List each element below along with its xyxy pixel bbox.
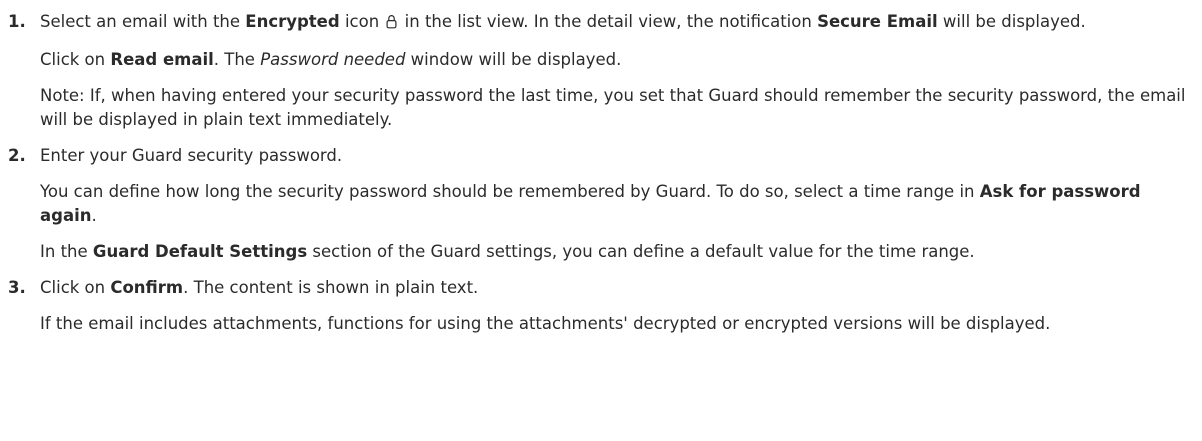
read-email-label: Read email (110, 50, 214, 69)
text: section of the Guard settings, you can d… (307, 242, 975, 261)
text: . The (213, 50, 261, 69)
text: will be displayed. (937, 12, 1086, 31)
text: icon (339, 12, 385, 31)
text: In the (40, 242, 93, 261)
step-instruction: Click on Read email. The Password needed… (40, 48, 1188, 72)
step-instruction: Click on Confirm. The content is shown i… (40, 276, 1188, 300)
confirm-label: Confirm (110, 278, 184, 297)
step-instruction: In the Guard Default Settings section of… (40, 240, 1188, 264)
secure-email-label: Secure Email (817, 12, 938, 31)
text: in the list view. In the detail view, th… (399, 12, 818, 31)
step-body: Click on Confirm. The content is shown i… (40, 276, 1188, 348)
text: Click on (40, 278, 111, 297)
step-number: 3. (8, 278, 26, 297)
step-instruction: Select an email with the Encrypted icon … (40, 10, 1188, 36)
step-instruction: If the email includes attachments, funct… (40, 314, 1051, 333)
instruction-steps: 1. Select an email with the Encrypted ic… (0, 0, 1202, 348)
step-number: 2. (8, 146, 26, 165)
step-body: Select an email with the Encrypted icon … (40, 10, 1188, 144)
text: . (91, 206, 97, 225)
text: Click on (40, 50, 111, 69)
lock-icon (386, 12, 397, 36)
text: . The content is shown in plain text. (183, 278, 479, 297)
step-2: 2. Enter your Guard security password. Y… (8, 144, 1188, 276)
guard-default-settings-label: Guard Default Settings (92, 242, 308, 261)
encrypted-label: Encrypted (245, 12, 340, 31)
step-body: Enter your Guard security password. You … (40, 144, 1188, 276)
text: window will be displayed. (405, 50, 622, 69)
step-note: Note: If, when having entered your secur… (40, 86, 1186, 129)
password-needed-label: Password needed (260, 50, 406, 69)
step-3: 3. Click on Confirm. The content is show… (8, 276, 1188, 348)
step-instruction: You can define how long the security pas… (40, 180, 1188, 228)
text: Select an email with the (40, 12, 246, 31)
step-number: 1. (8, 12, 26, 31)
step-1: 1. Select an email with the Encrypted ic… (8, 10, 1188, 144)
step-instruction: Enter your Guard security password. (40, 146, 343, 165)
text: You can define how long the security pas… (40, 182, 980, 201)
